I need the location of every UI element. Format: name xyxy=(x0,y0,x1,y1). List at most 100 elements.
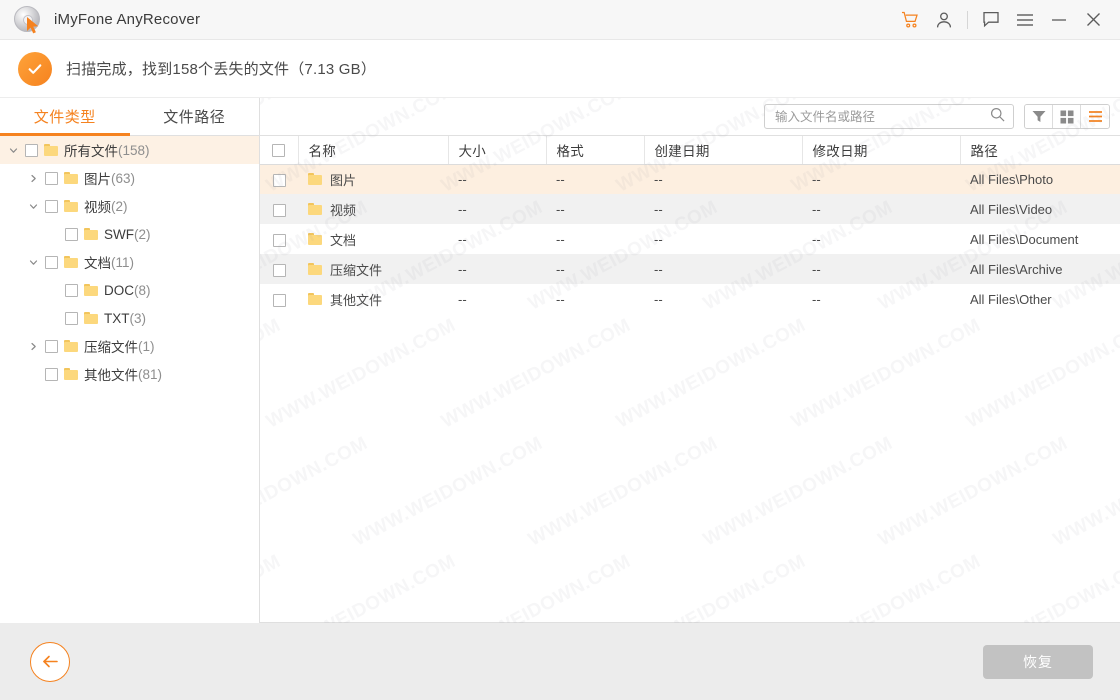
column-header-format[interactable]: 格式 xyxy=(546,136,645,165)
folder-icon xyxy=(308,293,322,305)
row-checkbox[interactable] xyxy=(272,233,286,247)
folder-icon xyxy=(84,228,98,240)
tree-node[interactable]: 文档 (11) xyxy=(0,248,259,276)
row-checkbox[interactable] xyxy=(272,293,286,307)
table-row[interactable]: 视频 -- -- -- -- All Files\Video xyxy=(260,194,1120,224)
column-header-size[interactable]: 大小 xyxy=(448,136,547,165)
tree-node-count: (2) xyxy=(134,226,151,242)
row-checkbox[interactable] xyxy=(272,173,286,187)
cell-path: All Files\Document xyxy=(970,231,1079,247)
cell-format: -- xyxy=(556,171,565,187)
tree-node[interactable]: 图片 (63) xyxy=(0,164,259,192)
tree-node[interactable]: SWF (2) xyxy=(0,220,259,248)
tree-node-label: 文档 xyxy=(84,256,111,271)
cell-format: -- xyxy=(556,261,565,277)
table-row[interactable]: 其他文件 -- -- -- -- All Files\Other xyxy=(260,284,1120,314)
grid-view-icon[interactable] xyxy=(1053,105,1081,128)
tree-node[interactable]: 压缩文件 (1) xyxy=(0,332,259,360)
row-select-cell[interactable] xyxy=(260,194,298,224)
search-box[interactable] xyxy=(764,104,1014,129)
cell-size: -- xyxy=(458,201,467,217)
column-header-path[interactable]: 路径 xyxy=(960,136,1120,165)
column-header-name[interactable]: 名称 xyxy=(298,136,449,165)
folder-icon xyxy=(64,200,78,212)
cell-modified: -- xyxy=(812,261,821,277)
tree-node-count: (81) xyxy=(138,366,163,382)
cell-path: All Files\Video xyxy=(970,201,1053,217)
chevron-right-icon[interactable] xyxy=(26,171,40,185)
cell-name: 文档 xyxy=(298,224,448,254)
title-bar: iMyFone AnyRecover xyxy=(0,0,1120,40)
row-select-cell[interactable] xyxy=(260,224,298,254)
file-name-label: 压缩文件 xyxy=(330,262,383,278)
tree-node-label: DOC xyxy=(104,282,134,298)
app-logo xyxy=(8,0,48,40)
tree-node-label: 压缩文件 xyxy=(84,340,138,355)
chevron-right-icon[interactable] xyxy=(26,339,40,353)
tree-node-label: 其他文件 xyxy=(84,368,138,383)
tree-node-checkbox[interactable] xyxy=(65,283,78,297)
cell-created: -- xyxy=(654,231,663,247)
column-header-created[interactable]: 创建日期 xyxy=(644,136,803,165)
search-input[interactable] xyxy=(775,109,990,124)
folder-icon xyxy=(64,340,78,352)
chevron-down-icon[interactable] xyxy=(26,255,40,269)
minimize-icon[interactable] xyxy=(1042,0,1076,40)
tree-node-checkbox[interactable] xyxy=(45,339,58,353)
menu-icon[interactable] xyxy=(1008,0,1042,40)
column-header-modified[interactable]: 修改日期 xyxy=(802,136,961,165)
row-select-cell[interactable] xyxy=(260,284,298,314)
search-icon[interactable] xyxy=(990,107,1005,127)
cell-created: -- xyxy=(654,201,663,217)
feedback-icon[interactable] xyxy=(974,0,1008,40)
tree-node[interactable]: TXT (3) xyxy=(0,304,259,332)
tree-node-checkbox[interactable] xyxy=(45,199,58,213)
close-icon[interactable] xyxy=(1076,0,1110,40)
select-all-checkbox[interactable] xyxy=(272,144,286,158)
row-checkbox[interactable] xyxy=(272,203,286,217)
back-button[interactable] xyxy=(30,641,70,682)
chevron-down-icon[interactable] xyxy=(6,143,20,157)
tree-node-checkbox[interactable] xyxy=(45,171,58,185)
tree-node-checkbox[interactable] xyxy=(65,311,78,325)
cell-size: -- xyxy=(458,231,467,247)
tab-file-type[interactable]: 文件类型 xyxy=(0,98,130,136)
row-select-cell[interactable] xyxy=(260,164,298,194)
tree-node-checkbox[interactable] xyxy=(45,367,58,381)
tree-node-checkbox[interactable] xyxy=(45,255,58,269)
filter-icon[interactable] xyxy=(1025,105,1053,128)
tree-node-checkbox[interactable] xyxy=(25,143,38,157)
scan-status-bar: 扫描完成，找到158个丢失的文件（7.13 GB） xyxy=(0,40,1120,98)
recover-button[interactable]: 恢复 xyxy=(983,644,1093,679)
tree-node[interactable]: 所有文件 (158) xyxy=(0,136,259,164)
tree-node[interactable]: 视频 (2) xyxy=(0,192,259,220)
chevron-down-icon[interactable] xyxy=(26,199,40,213)
table-header-row: 名称 大小 格式 创建日期 修改日期 路径 xyxy=(260,136,1120,165)
cell-format: -- xyxy=(556,231,565,247)
tree-node[interactable]: DOC (8) xyxy=(0,276,259,304)
cell-name: 图片 xyxy=(298,164,448,194)
list-view-icon[interactable] xyxy=(1081,105,1109,128)
cell-created: -- xyxy=(654,261,663,277)
table-row[interactable]: 图片 -- -- -- -- All Files\Photo xyxy=(260,164,1120,194)
cell-format: -- xyxy=(556,201,565,217)
cell-created: -- xyxy=(654,171,663,187)
folder-icon xyxy=(64,368,78,380)
tree-node-checkbox[interactable] xyxy=(65,227,78,241)
tab-file-path[interactable]: 文件路径 xyxy=(130,98,260,135)
cell-size: -- xyxy=(458,291,467,307)
user-account-icon[interactable] xyxy=(927,0,961,40)
check-circle-icon xyxy=(18,51,52,86)
tree-node-count: (63) xyxy=(111,170,136,186)
body-area: 文件类型 文件路径 所有文件 (158) 图片 (63) 视频 (2) SWF (2) 文档(… xyxy=(0,98,1120,623)
folder-icon xyxy=(64,172,78,184)
tree-node[interactable]: 其他文件 (81) xyxy=(0,360,259,388)
table-row[interactable]: 文档 -- -- -- -- All Files\Document xyxy=(260,224,1120,254)
table-row[interactable]: 压缩文件 -- -- -- -- All Files\Archive xyxy=(260,254,1120,284)
cell-created: -- xyxy=(654,291,663,307)
cell-path: All Files\Archive xyxy=(970,261,1063,277)
select-all-header[interactable] xyxy=(260,136,299,165)
cart-icon[interactable] xyxy=(893,0,927,40)
row-select-cell[interactable] xyxy=(260,254,298,284)
row-checkbox[interactable] xyxy=(272,263,286,277)
